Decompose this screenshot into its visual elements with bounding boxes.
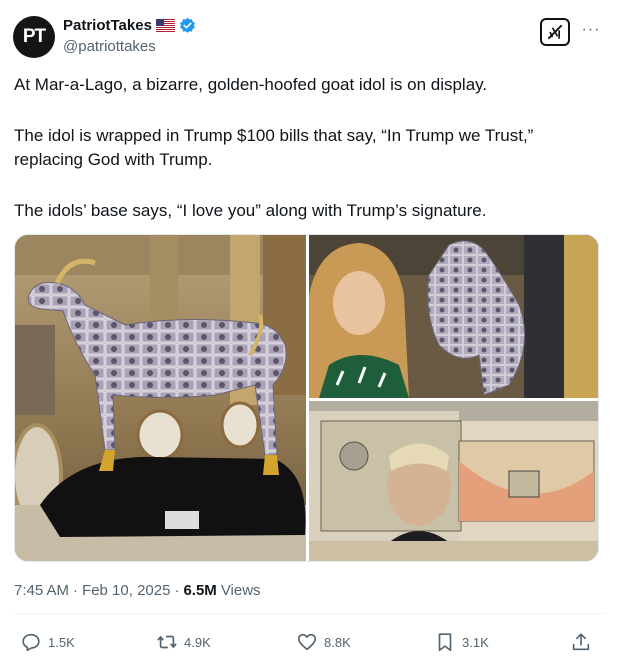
share-icon bbox=[572, 633, 590, 651]
tweet-text-paragraph-2: The idol is wrapped in Trump $100 bills … bbox=[14, 126, 534, 169]
views-label: Views bbox=[220, 582, 261, 599]
bookmark-count: 3.1K bbox=[462, 634, 489, 650]
author-handle[interactable]: @patriottakes bbox=[63, 38, 156, 55]
reply-count: 1.5K bbox=[48, 634, 75, 650]
goat-idol-photo[interactable] bbox=[15, 235, 306, 561]
repost-count: 4.9K bbox=[184, 634, 211, 650]
tweet-text-paragraph-3: The idols’ base says, “I love you” along… bbox=[14, 201, 487, 220]
reply-button[interactable]: 1.5K bbox=[20, 628, 75, 656]
us-flag-icon bbox=[155, 19, 175, 32]
bookmark-button[interactable]: 3.1K bbox=[434, 628, 489, 656]
media-grid bbox=[14, 234, 599, 562]
reply-icon bbox=[22, 633, 40, 652]
verified-badge-icon[interactable] bbox=[179, 17, 196, 34]
trump-bill-closeup-photo[interactable] bbox=[309, 401, 598, 561]
author-name-row: PatriotTakes bbox=[63, 17, 196, 34]
views-count: 6.5M bbox=[183, 582, 217, 599]
tweet-date[interactable]: Feb 10, 2025 bbox=[82, 582, 170, 599]
woman-with-goat-photo[interactable] bbox=[309, 235, 598, 398]
tweet-time[interactable]: 7:45 AM bbox=[14, 582, 69, 599]
more-options-button[interactable]: ··· bbox=[580, 20, 602, 40]
avatar[interactable]: PT bbox=[13, 16, 55, 58]
like-count: 8.8K bbox=[324, 634, 351, 650]
meta-separator: · bbox=[73, 582, 79, 599]
grok-button[interactable] bbox=[540, 18, 570, 46]
like-button[interactable]: 8.8K bbox=[296, 628, 351, 656]
meta-separator: · bbox=[174, 582, 180, 599]
share-button[interactable] bbox=[570, 628, 592, 656]
grok-icon bbox=[547, 24, 563, 40]
tweet-meta: 7:45 AM · Feb 10, 2025 · 6.5M Views bbox=[14, 582, 261, 599]
bookmark-icon bbox=[438, 633, 452, 652]
repost-icon bbox=[157, 635, 177, 649]
action-bar: 1.5K 4.9K 8.8K 3.1K bbox=[14, 628, 599, 656]
tweet-card: PT PatriotTakes @patriottakes ··· At Mar… bbox=[0, 0, 634, 669]
tweet-text-paragraph-1: At Mar-a-Lago, a bizarre, golden-hoofed … bbox=[14, 75, 488, 94]
divider bbox=[14, 613, 604, 614]
display-name[interactable]: PatriotTakes bbox=[63, 17, 152, 34]
repost-button[interactable]: 4.9K bbox=[156, 628, 211, 656]
heart-icon bbox=[297, 633, 317, 651]
avatar-initials: PT bbox=[22, 26, 46, 47]
